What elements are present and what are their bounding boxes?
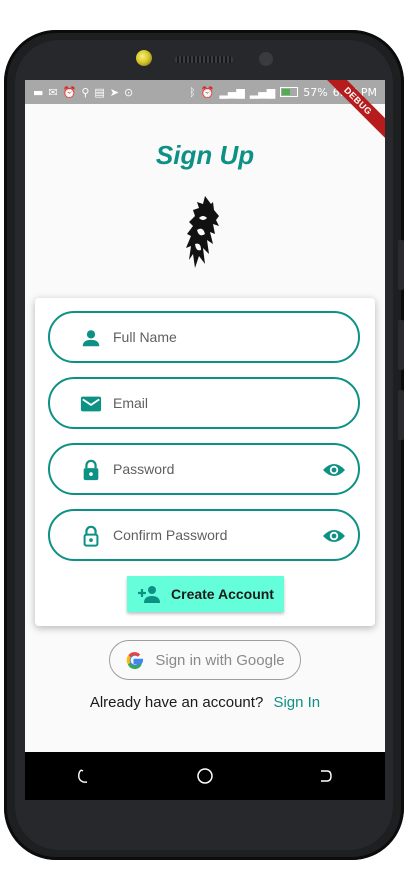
signal-icon: ▂▄▆ [219, 85, 245, 99]
person-add-icon [138, 586, 161, 603]
create-account-button[interactable]: Create Account [127, 576, 284, 612]
lock-icon [83, 459, 99, 481]
power-button [398, 320, 404, 370]
email-icon [80, 396, 102, 412]
signin-prompt: Already have an account? [89, 694, 264, 711]
sync-icon: ⊙ [124, 85, 134, 99]
confirm-password-placeholder: Confirm Password [113, 527, 228, 543]
alarm-icon: ⏰ [200, 85, 215, 99]
volume-button [398, 240, 404, 290]
email-placeholder: Email [113, 395, 149, 411]
create-account-label: Create Account [171, 586, 274, 602]
calendar-icon: ▤ [94, 85, 105, 99]
full-name-field[interactable]: Full Name [48, 311, 360, 363]
telegram-icon: ➤ [109, 85, 120, 99]
earpiece-speaker [175, 56, 233, 63]
password-field[interactable]: Password [48, 443, 360, 495]
signal-4g-icon: ▂▄▆ [249, 85, 276, 99]
front-camera [136, 50, 152, 66]
password-placeholder: Password [113, 461, 175, 477]
person-icon [82, 330, 100, 347]
gmail-icon: ✉ [48, 85, 58, 99]
screen: ▬ ✉ ⏰ ⚲ ▤ ➤ ⊙ ᛒ ⏰ ▂▄▆ ▂▄▆ 57% 6:46 PM DE… [25, 80, 385, 800]
side-button [398, 390, 404, 440]
battery-icon [280, 87, 299, 97]
confirm-password-field[interactable]: Confirm Password [48, 509, 360, 561]
email-field[interactable]: Email [48, 377, 360, 429]
wolf-logo [186, 196, 219, 268]
visibility-icon[interactable] [322, 459, 346, 481]
battery-percent: 57% [303, 85, 328, 99]
signin-link[interactable]: Sign In [273, 694, 320, 711]
google-signin-label: Sign in with Google [155, 651, 285, 669]
bluetooth-icon: ᛒ [189, 85, 196, 99]
signup-form-card: Full Name Email Password Confirm Passwor… [35, 298, 375, 626]
full-name-placeholder: Full Name [113, 329, 177, 345]
google-icon [127, 652, 144, 669]
proximity-sensor [259, 52, 273, 66]
back-icon[interactable] [313, 764, 337, 788]
visibility-icon[interactable] [322, 525, 346, 547]
recent-apps-icon[interactable] [73, 764, 97, 788]
google-signin-button[interactable]: Sign in with Google [109, 640, 301, 680]
system-nav-bar [25, 752, 385, 800]
home-icon[interactable] [193, 764, 217, 788]
location-icon: ⚲ [81, 85, 90, 99]
page-title: Sign Up [155, 140, 255, 170]
signin-prompt-row: Already have an account? Sign In [25, 694, 385, 711]
lock-outline-icon [83, 525, 99, 547]
chat-icon: ▬ [33, 85, 44, 99]
alarm-icon: ⏰ [62, 85, 77, 99]
status-left-icons: ▬ ✉ ⏰ ⚲ ▤ ➤ ⊙ [33, 86, 133, 99]
